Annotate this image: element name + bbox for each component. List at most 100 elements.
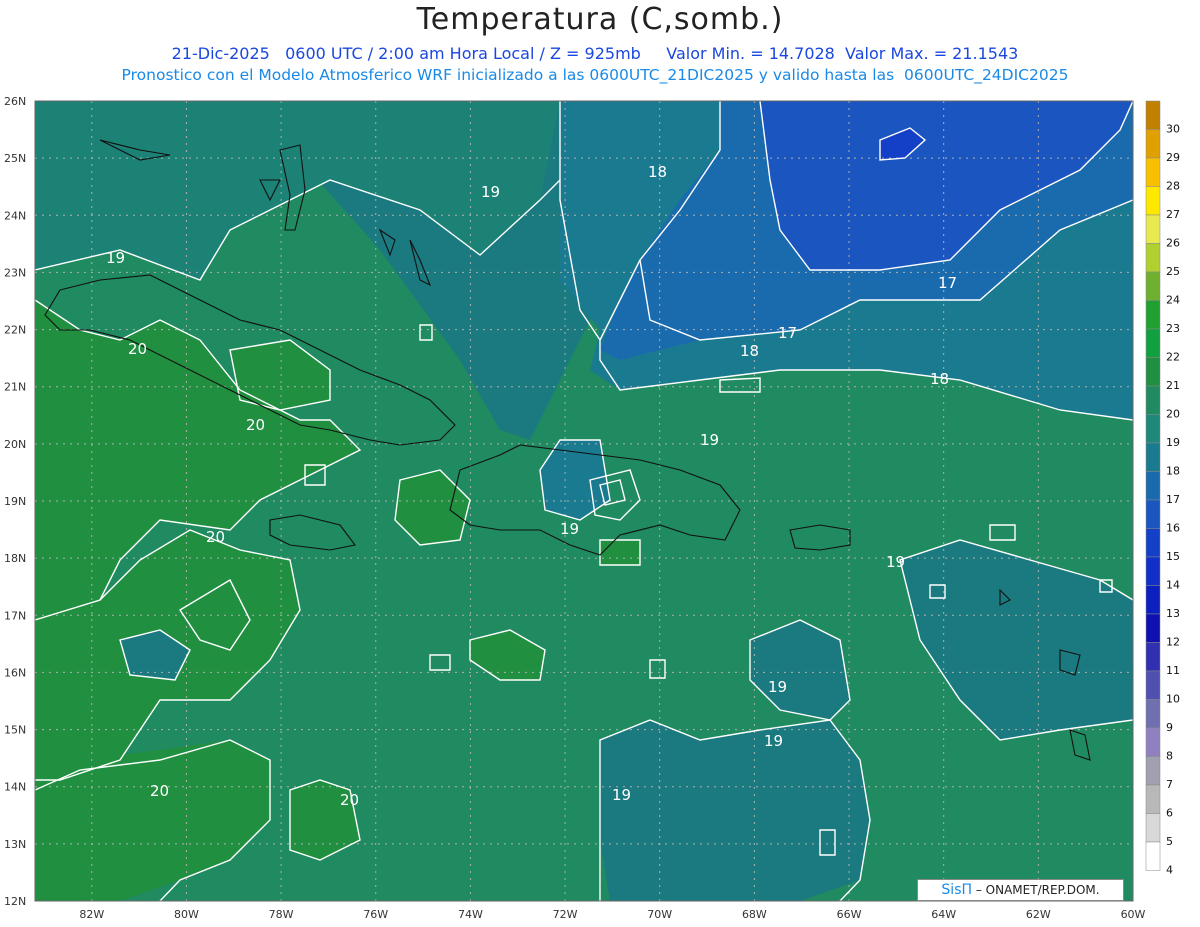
colorbar-swatch xyxy=(1145,727,1161,757)
lat-tick-label: 15N xyxy=(4,724,26,737)
credit-org: – ONAMET/REP.DOM. xyxy=(975,883,1100,897)
lat-tick-label: 23N xyxy=(4,266,26,279)
colorbar-label: 27 xyxy=(1166,208,1180,221)
contour-label: 17 xyxy=(778,324,797,342)
lon-tick-label: 76W xyxy=(363,908,388,921)
lon-tick-label: 80W xyxy=(174,908,199,921)
colorbar-label: 17 xyxy=(1166,493,1180,506)
contour-label: 19 xyxy=(106,249,125,267)
colorbar-swatch xyxy=(1145,756,1161,786)
colorbar-label: 12 xyxy=(1166,635,1180,648)
colorbar-label: 20 xyxy=(1166,407,1180,420)
lon-tick-label: 72W xyxy=(553,908,578,921)
contour-label: 20 xyxy=(206,528,225,546)
colorbar-label: 15 xyxy=(1166,550,1180,563)
lat-tick-label: 13N xyxy=(4,838,26,851)
colorbar-swatch xyxy=(1145,243,1161,273)
colorbar-swatch xyxy=(1145,385,1161,415)
colorbar-swatch xyxy=(1145,186,1161,216)
lon-tick-label: 60W xyxy=(1121,908,1146,921)
colorbar-swatch xyxy=(1145,414,1161,444)
contour-label: 18 xyxy=(648,163,667,181)
subtitle-date-values: 21-Dic-2025 0600 UTC / 2:00 am Hora Loca… xyxy=(171,44,1019,63)
contour-label: 20 xyxy=(150,782,169,800)
lat-tick-label: 19N xyxy=(4,495,26,508)
colorbar-label: 18 xyxy=(1166,464,1180,477)
lat-tick-label: 21N xyxy=(4,381,26,394)
lat-tick-label: 20N xyxy=(4,438,26,451)
lat-tick-label: 25N xyxy=(4,152,26,165)
lat-tick-label: 14N xyxy=(4,781,26,794)
colorbar-swatch xyxy=(1145,528,1161,558)
lat-tick-label: 18N xyxy=(4,552,26,565)
lon-tick-label: 78W xyxy=(269,908,294,921)
colorbar-label: 11 xyxy=(1166,664,1180,677)
colorbar-swatch xyxy=(1145,271,1161,301)
contour-label: 19 xyxy=(886,553,905,571)
colorbar-swatch xyxy=(1145,471,1161,501)
lat-tick-label: 22N xyxy=(4,324,26,337)
lat-tick-label: 17N xyxy=(4,609,26,622)
colorbar-swatch xyxy=(1145,613,1161,643)
colorbar-label: 25 xyxy=(1166,265,1180,278)
colorbar-label: 30 xyxy=(1166,122,1180,135)
contour-label: 20 xyxy=(340,791,359,809)
contour-label: 18 xyxy=(930,370,949,388)
lon-tick-label: 74W xyxy=(458,908,483,921)
lon-tick-label: 70W xyxy=(647,908,672,921)
colorbar-swatch xyxy=(1145,841,1161,871)
colorbar-label: 23 xyxy=(1166,322,1180,335)
colorbar-label: 14 xyxy=(1166,578,1180,591)
colorbar-label: 16 xyxy=(1166,521,1180,534)
colorbar-swatch xyxy=(1145,157,1161,187)
lat-tick-label: 16N xyxy=(4,666,26,679)
colorbar-label: 9 xyxy=(1166,721,1173,734)
contour-label: 19 xyxy=(768,678,787,696)
latitude-labels: 26N 25N 24N 23N 22N 21N 20N 19N 18N 17N 16N 15N 14N 1… xyxy=(4,95,26,908)
lat-tick-label: 12N xyxy=(4,895,26,908)
colorbar-label: 29 xyxy=(1166,151,1180,164)
colorbar-label: 21 xyxy=(1166,379,1180,392)
colorbar-swatch xyxy=(1145,699,1161,729)
colorbar-label: 13 xyxy=(1166,607,1180,620)
colorbar-swatch xyxy=(1145,100,1161,130)
colorbar-swatch xyxy=(1145,214,1161,244)
lat-tick-label: 24N xyxy=(4,209,26,222)
colorbar-label: 24 xyxy=(1166,293,1180,306)
colorbar-label: 5 xyxy=(1166,835,1173,848)
contour-label: 20 xyxy=(128,340,147,358)
colorbar-label: 28 xyxy=(1166,179,1180,192)
contour-label: 19 xyxy=(700,431,719,449)
colorbar-swatch xyxy=(1145,784,1161,814)
colorbar-label: 26 xyxy=(1166,236,1180,249)
colorbar-label: 19 xyxy=(1166,436,1180,449)
lon-tick-label: 66W xyxy=(837,908,862,921)
lat-tick-label: 26N xyxy=(4,95,26,108)
lon-tick-label: 68W xyxy=(742,908,767,921)
colorbar-label: 6 xyxy=(1166,806,1173,819)
lon-tick-label: 62W xyxy=(1026,908,1051,921)
colorbar-swatch xyxy=(1145,499,1161,529)
colorbar-swatch xyxy=(1145,328,1161,358)
colorbar-label: 22 xyxy=(1166,350,1180,363)
subtitle-model-info: Pronostico con el Modelo Atmosferico WRF… xyxy=(121,66,1069,84)
colorbar-swatch xyxy=(1145,300,1161,330)
sispi-logo: SisΠ xyxy=(941,882,973,898)
colorbar-swatch xyxy=(1145,556,1161,586)
contour-label: 18 xyxy=(740,342,759,360)
colorbar-swatch xyxy=(1145,670,1161,700)
colorbar-swatch xyxy=(1145,357,1161,387)
colorbar-swatch xyxy=(1145,585,1161,615)
colorbar-label: 4 xyxy=(1166,863,1173,876)
colorbar-label: 10 xyxy=(1166,692,1180,705)
credit-badge: SisΠ – ONAMET/REP.DOM. xyxy=(917,879,1124,901)
colorbar-swatch xyxy=(1145,442,1161,472)
contour-label: 17 xyxy=(938,274,957,292)
colorbar-label: 8 xyxy=(1166,749,1173,762)
lon-tick-label: 64W xyxy=(931,908,956,921)
colorbar-swatch xyxy=(1145,813,1161,843)
colorbar-swatch xyxy=(1145,642,1161,672)
longitude-labels: 82W 80W 78W 76W 74W 72W 70W 68W 66W 64W 62W 60W xyxy=(79,908,1145,921)
lon-tick-label: 82W xyxy=(79,908,104,921)
contour-label: 19 xyxy=(764,732,783,750)
